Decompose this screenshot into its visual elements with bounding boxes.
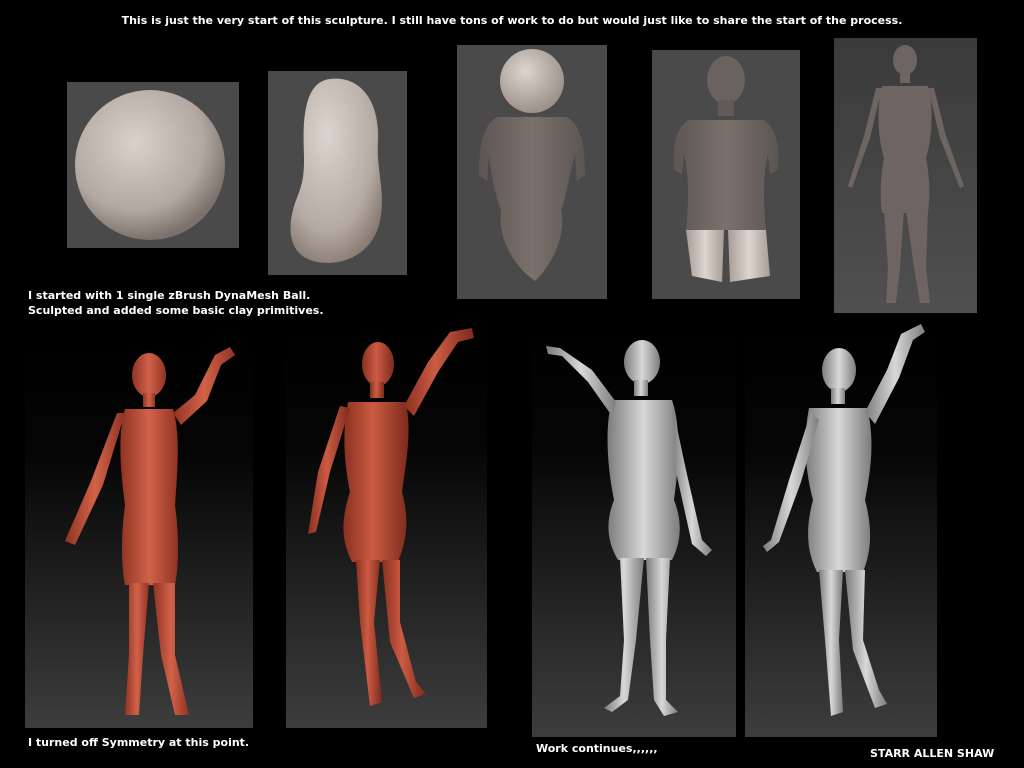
red-clay-figure-image	[65, 347, 235, 715]
gray-sculpt-front-image	[763, 324, 925, 716]
gray-sculpt-back-image	[546, 340, 712, 716]
sculpt-progress-sheet: This is just the very start of this scul…	[0, 0, 1024, 768]
work-continues-caption: Work continues,,,,,,	[536, 742, 658, 755]
panel-basic-form	[652, 50, 800, 299]
panel-gray-back	[532, 320, 736, 737]
panel-red-figure-2	[286, 322, 487, 728]
dynamesh-caption-line1: I started with 1 single zBrush DynaMesh …	[28, 289, 311, 302]
panel-blob	[268, 71, 407, 275]
red-clay-figure-refined-image	[308, 328, 474, 706]
panel-gray-front	[745, 320, 937, 737]
author-signature: STARR ALLEN SHAW	[870, 747, 995, 760]
panel-sphere	[67, 82, 239, 248]
page-title: This is just the very start of this scul…	[121, 14, 903, 27]
primitives-sculpt-image	[479, 49, 585, 281]
blob-sculpt-image	[290, 78, 382, 263]
panel-red-figure-1	[25, 335, 253, 728]
full-body-gray-image	[848, 45, 964, 303]
dynamesh-ball-image	[75, 90, 225, 240]
basic-form-sculpt-image	[673, 56, 779, 282]
panel-primitives	[457, 45, 607, 299]
panel-full-body-gray	[834, 38, 977, 313]
dynamesh-caption-line2: Sculpted and added some basic clay primi…	[28, 304, 324, 317]
symmetry-caption: I turned off Symmetry at this point.	[28, 736, 250, 749]
